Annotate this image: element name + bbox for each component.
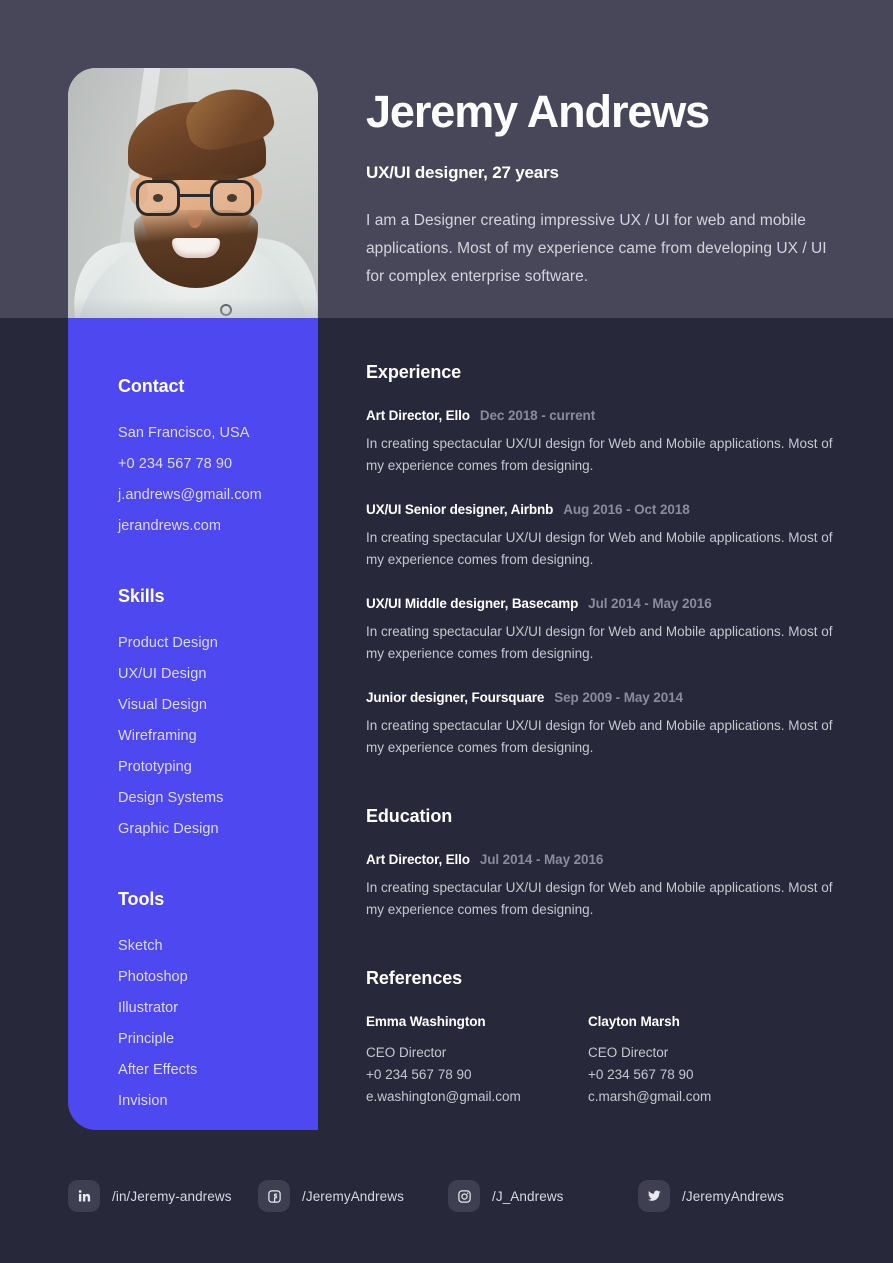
social-label: /JeremyAndrews [302, 1188, 404, 1204]
entry-title: UX/UI Senior designer, Airbnb [366, 502, 554, 517]
skills-block: Skills Product Design UX/UI Design Visua… [118, 586, 318, 845]
experience-entry: UX/UI Senior designer, Airbnb Aug 2016 - … [366, 502, 846, 571]
education-section: Education Art Director, Ello Jul 2014 - M… [366, 806, 846, 921]
skill-item: UX/UI Design [118, 666, 207, 682]
profile-photo [68, 68, 318, 318]
entry-title: Art Director, Ello [366, 408, 470, 423]
social-footer: /in/Jeremy-andrews /JeremyAndrews /J_And… [68, 1180, 828, 1212]
reference-phone[interactable]: +0 234 567 78 90 [366, 1064, 588, 1086]
contact-email[interactable]: j.andrews@gmail.com [118, 480, 318, 511]
entry-description: In creating spectacular UX/UI design for… [366, 530, 833, 567]
entry-date: Aug 2016 - Oct 2018 [563, 502, 690, 517]
contact-block: Contact San Francisco, USA +0 234 567 78… [118, 376, 318, 542]
experience-section: Experience Art Director, Ello Dec 2018 - … [366, 362, 846, 759]
profile-header: Jeremy Andrews UX/UI designer, 27 years … [366, 88, 846, 291]
social-link-facebook[interactable]: /JeremyAndrews [258, 1180, 448, 1212]
references-section: References Emma Washington CEO Director … [366, 968, 846, 1108]
tools-heading: Tools [118, 889, 165, 909]
tool-item: Invision [118, 1093, 168, 1109]
skills-heading: Skills [118, 586, 165, 606]
reference-email[interactable]: e.washington@gmail.com [366, 1086, 588, 1108]
tool-item: Sketch [118, 938, 163, 954]
social-label: /JeremyAndrews [682, 1188, 784, 1204]
profile-role: UX/UI designer, 27 years [366, 163, 559, 183]
entry-head: Junior designer, Foursquare Sep 2009 - Ma… [366, 690, 846, 705]
reference-item: Emma Washington CEO Director +0 234 567 … [366, 1014, 588, 1108]
reference-role: CEO Director [366, 1045, 447, 1060]
references-list: Emma Washington CEO Director +0 234 567 … [366, 1014, 846, 1108]
social-label: /J_Andrews [492, 1188, 564, 1204]
reference-name: Emma Washington [366, 1014, 486, 1029]
social-link-twitter[interactable]: /JeremyAndrews [638, 1180, 828, 1212]
reference-phone[interactable]: +0 234 567 78 90 [588, 1064, 810, 1086]
entry-head: Art Director, Ello Dec 2018 - current [366, 408, 846, 423]
entry-description: In creating spectacular UX/UI design for… [366, 436, 833, 473]
skill-item: Prototyping [118, 759, 192, 775]
main-column: Experience Art Director, Ello Dec 2018 - … [366, 362, 846, 1155]
social-link-linkedin[interactable]: /in/Jeremy-andrews [68, 1180, 258, 1212]
education-heading: Education [366, 806, 453, 826]
entry-date: Dec 2018 - current [479, 408, 596, 423]
entry-title: Art Director, Ello [366, 852, 470, 867]
entry-title: Junior designer, Foursquare [366, 690, 545, 705]
reference-role: CEO Director [588, 1045, 669, 1060]
facebook-icon [258, 1180, 290, 1212]
linkedin-icon [68, 1180, 100, 1212]
social-label: /in/Jeremy-andrews [112, 1188, 232, 1204]
entry-date: Jul 2014 - May 2016 [588, 596, 712, 611]
profile-card: Contact San Francisco, USA +0 234 567 78… [68, 68, 318, 1130]
contact-heading: Contact [118, 376, 185, 396]
tools-block: Tools Sketch Photoshop Illustrator Princ… [118, 889, 318, 1117]
instagram-icon [448, 1180, 480, 1212]
education-entry: Art Director, Ello Jul 2014 - May 2016 In… [366, 852, 846, 921]
contact-phone[interactable]: +0 234 567 78 90 [118, 449, 318, 480]
entry-description: In creating spectacular UX/UI design for… [366, 880, 833, 917]
entry-head: UX/UI Middle designer, Basecamp Jul 2014 … [366, 596, 846, 611]
social-link-instagram[interactable]: /J_Andrews [448, 1180, 638, 1212]
skill-item: Product Design [118, 635, 218, 651]
experience-heading: Experience [366, 362, 462, 382]
entry-head: Art Director, Ello Jul 2014 - May 2016 [366, 852, 846, 867]
reference-item: Clayton Marsh CEO Director +0 234 567 78… [588, 1014, 810, 1108]
tool-item: Photoshop [118, 969, 188, 985]
skill-item: Design Systems [118, 790, 224, 806]
contact-website[interactable]: jerandrews.com [118, 511, 318, 542]
entry-date: Sep 2009 - May 2014 [554, 690, 683, 705]
page-title: Jeremy Andrews [366, 86, 710, 137]
references-heading: References [366, 968, 463, 988]
entry-description: In creating spectacular UX/UI design for… [366, 718, 833, 755]
reference-name: Clayton Marsh [588, 1014, 680, 1029]
reference-email[interactable]: c.marsh@gmail.com [588, 1086, 810, 1108]
tool-item: Principle [118, 1031, 175, 1047]
experience-entry: UX/UI Middle designer, Basecamp Jul 2014 … [366, 596, 846, 665]
twitter-icon [638, 1180, 670, 1212]
entry-date: Jul 2014 - May 2016 [479, 852, 604, 867]
experience-entry: Junior designer, Foursquare Sep 2009 - Ma… [366, 690, 846, 759]
entry-title: UX/UI Middle designer, Basecamp [366, 596, 579, 611]
profile-bio: I am a Designer creating impressive UX /… [366, 212, 827, 286]
skill-item: Wireframing [118, 728, 197, 744]
contact-location: San Francisco, USA [118, 425, 250, 441]
entry-head: UX/UI Senior designer, Airbnb Aug 2016 - … [366, 502, 846, 517]
sidebar: Contact San Francisco, USA +0 234 567 78… [68, 318, 318, 1130]
resume-page: Contact San Francisco, USA +0 234 567 78… [0, 0, 893, 1263]
skill-item: Visual Design [118, 697, 208, 713]
tool-item: After Effects [118, 1062, 198, 1078]
experience-entry: Art Director, Ello Dec 2018 - current In … [366, 408, 846, 477]
skill-item: Graphic Design [118, 821, 219, 837]
entry-description: In creating spectacular UX/UI design for… [366, 624, 833, 661]
tool-item: Illustrator [118, 1000, 179, 1016]
